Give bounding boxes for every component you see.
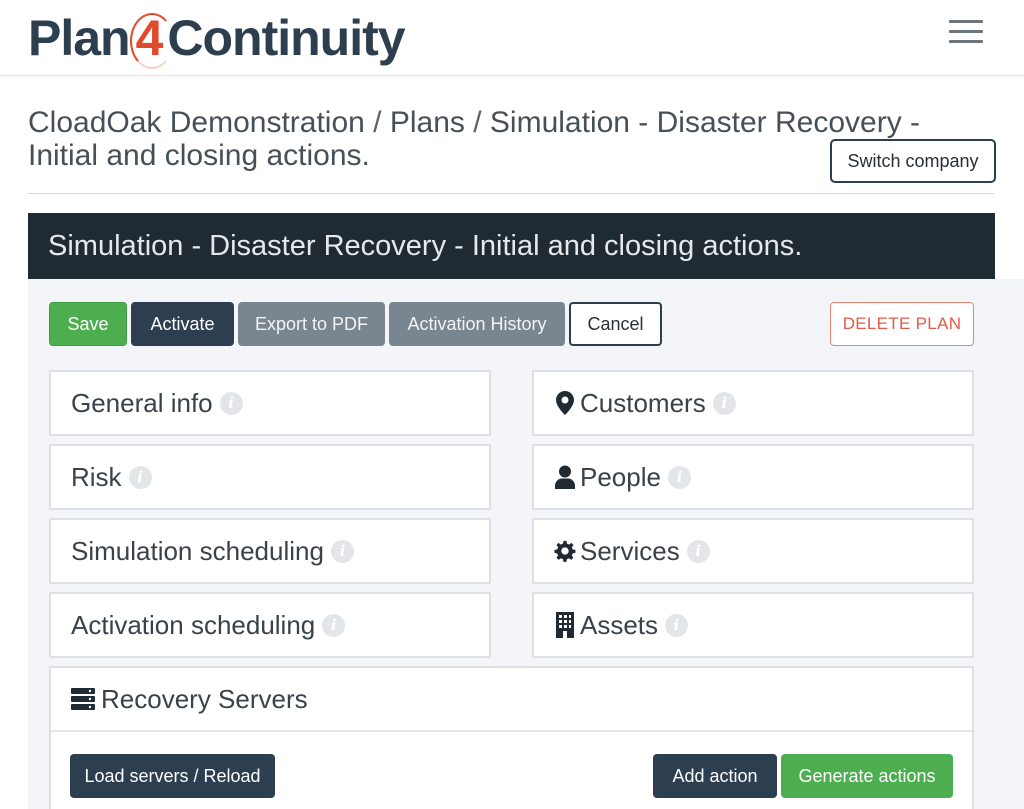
section-label: People xyxy=(580,461,661,492)
recovery-servers-title: Recovery Servers xyxy=(101,683,308,714)
building-icon xyxy=(554,612,576,638)
section-label: Simulation scheduling xyxy=(71,535,324,566)
section-people[interactable]: People i xyxy=(532,444,974,510)
info-icon[interactable]: i xyxy=(712,391,736,415)
info-icon[interactable]: i xyxy=(219,391,243,415)
breadcrumb-separator: / xyxy=(464,106,490,139)
info-icon[interactable]: i xyxy=(330,539,354,563)
logo-text-plan: Plan xyxy=(28,10,131,66)
section-assets[interactable]: Assets i xyxy=(532,592,974,658)
recovery-servers-header[interactable]: Recovery Servers xyxy=(51,668,972,732)
section-label: Risk xyxy=(71,461,122,492)
top-navbar: Plan 4 Continuity xyxy=(0,0,1024,76)
section-activation-scheduling[interactable]: Activation scheduling i xyxy=(49,592,491,658)
activate-button[interactable]: Activate xyxy=(131,302,234,346)
info-icon[interactable]: i xyxy=(667,465,691,489)
section-label: Activation scheduling xyxy=(71,609,316,640)
info-icon[interactable]: i xyxy=(322,613,346,637)
section-simulation-scheduling[interactable]: Simulation scheduling i xyxy=(49,518,491,584)
activation-history-button[interactable]: Activation History xyxy=(389,302,565,346)
section-label: Assets xyxy=(580,609,659,640)
section-risk[interactable]: Risk i xyxy=(49,444,491,510)
hamburger-menu-icon[interactable] xyxy=(949,20,983,46)
breadcrumb-company-link[interactable]: CloadOak Demonstration xyxy=(28,106,365,139)
plan-title-bar: Simulation - Disaster Recovery - Initial… xyxy=(28,213,995,279)
section-general-info[interactable]: General info i xyxy=(49,370,491,436)
switch-company-button[interactable]: Switch company xyxy=(830,139,996,183)
app-logo[interactable]: Plan 4 Continuity xyxy=(28,6,406,70)
save-button[interactable]: Save xyxy=(49,302,127,346)
logo-text-four: 4 xyxy=(129,10,174,69)
plan-title: Simulation - Disaster Recovery - Initial… xyxy=(48,229,803,262)
map-marker-icon xyxy=(554,390,576,416)
divider xyxy=(28,193,994,194)
logo-text-continuity: Continuity xyxy=(167,10,405,66)
generate-actions-button[interactable]: Generate actions xyxy=(781,754,953,798)
info-icon[interactable]: i xyxy=(686,539,710,563)
section-label: Customers xyxy=(580,387,706,418)
section-label: Services xyxy=(580,535,680,566)
info-icon[interactable]: i xyxy=(665,613,689,637)
server-icon xyxy=(71,686,97,712)
breadcrumb-plans-link[interactable]: Plans xyxy=(390,106,465,139)
add-action-button[interactable]: Add action xyxy=(653,754,777,798)
gear-icon xyxy=(554,538,576,564)
cancel-button[interactable]: Cancel xyxy=(569,302,662,346)
section-label: General info xyxy=(71,387,213,418)
load-servers-button[interactable]: Load servers / Reload xyxy=(70,754,275,798)
breadcrumb-separator: / xyxy=(364,106,390,139)
export-pdf-button[interactable]: Export to PDF xyxy=(238,302,385,346)
user-icon xyxy=(554,464,576,490)
section-customers[interactable]: Customers i xyxy=(532,370,974,436)
delete-plan-button[interactable]: DELETE PLAN xyxy=(830,302,974,346)
info-icon[interactable]: i xyxy=(128,465,152,489)
section-services[interactable]: Services i xyxy=(532,518,974,584)
